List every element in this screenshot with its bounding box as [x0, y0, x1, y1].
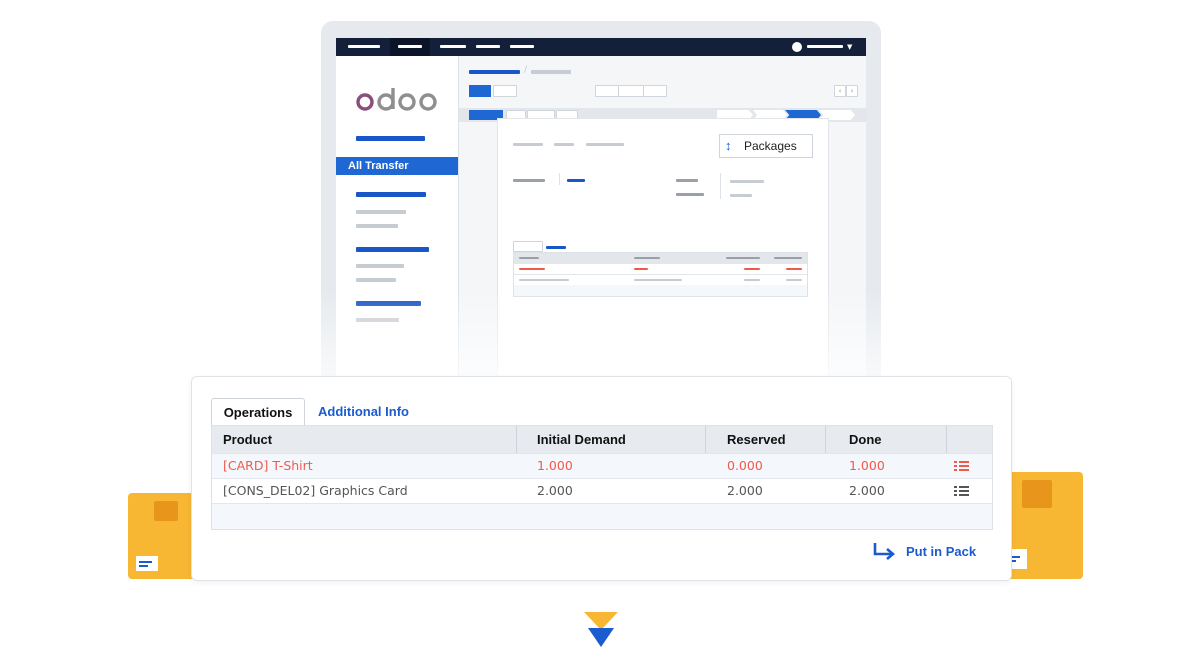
mini-tab-operations[interactable]	[513, 241, 543, 252]
mini-table-header	[514, 253, 807, 264]
sidebar-subitem[interactable]	[356, 278, 396, 282]
field-value	[730, 180, 764, 183]
mini-header-cell	[726, 257, 760, 259]
column-divider	[516, 426, 517, 453]
sidebar-item-all-transfer[interactable]: All Transfer	[336, 157, 458, 175]
packages-label: Packages	[744, 139, 797, 153]
sidebar-subitem[interactable]	[356, 210, 406, 214]
list-icon[interactable]	[954, 461, 969, 472]
column-divider	[946, 426, 947, 453]
top-navbar: ▼	[336, 38, 866, 56]
product-cell: [CARD] T-Shirt	[223, 458, 313, 473]
up-down-arrow-icon: ↕	[725, 138, 732, 153]
nav-item[interactable]	[510, 45, 534, 48]
column-reserved[interactable]: Reserved	[727, 426, 786, 453]
column-done[interactable]: Done	[849, 426, 882, 453]
mini-cell	[634, 268, 648, 270]
product-cell: [CONS_DEL02] Graphics Card	[223, 483, 408, 498]
done-cell: 2.000	[849, 483, 885, 498]
column-product[interactable]: Product	[223, 426, 272, 453]
chevron-down-icon[interactable]: ▼	[847, 42, 852, 52]
user-avatar-icon[interactable]	[792, 42, 802, 52]
edit-button[interactable]	[469, 85, 491, 97]
odoo-logo	[356, 84, 440, 121]
mini-cell	[744, 279, 760, 281]
mini-header-cell	[519, 257, 539, 259]
tab-additional-info[interactable]: Additional Info	[318, 398, 409, 425]
pager-next-icon[interactable]: ›	[846, 85, 858, 97]
sidebar-subitem[interactable]	[356, 264, 404, 268]
mini-cell	[786, 268, 802, 270]
sidebar-subitem[interactable]	[356, 224, 398, 228]
mini-cell	[519, 268, 545, 270]
action-button[interactable]	[618, 85, 644, 97]
chevron-down-icon	[584, 612, 618, 647]
action-button[interactable]	[643, 85, 667, 97]
operations-zoom-card: Operations Additional Info Product Initi…	[191, 376, 1012, 581]
nav-item-label	[398, 45, 422, 48]
form-breadcrumb	[513, 143, 543, 146]
field-label	[513, 179, 545, 182]
sidebar-item[interactable]	[356, 247, 429, 252]
put-in-pack-label: Put in Pack	[906, 544, 977, 559]
tab-operations[interactable]: Operations	[211, 398, 305, 425]
mini-cell	[519, 279, 569, 281]
column-initial-demand[interactable]: Initial Demand	[537, 426, 626, 453]
package-box-left	[128, 493, 198, 579]
form-breadcrumb	[554, 143, 574, 146]
table-row[interactable]: [CONS_DEL02] Graphics Card 2.000 2.000 2…	[212, 478, 992, 503]
table-row[interactable]: [CARD] T-Shirt 1.000 0.000 1.000	[212, 453, 992, 478]
empty-row	[212, 503, 992, 529]
field-label	[676, 179, 698, 182]
column-divider	[705, 426, 706, 453]
mini-header-cell	[634, 257, 660, 259]
mini-cell	[634, 279, 682, 281]
user-name[interactable]	[807, 45, 843, 48]
initial-demand-cell: 1.000	[537, 458, 573, 473]
initial-demand-cell: 2.000	[537, 483, 573, 498]
box-tape	[1022, 480, 1052, 508]
mini-row[interactable]	[514, 264, 807, 274]
mini-cell	[786, 279, 802, 281]
reserved-cell: 2.000	[727, 483, 763, 498]
list-icon[interactable]	[954, 486, 969, 497]
return-arrow-icon	[873, 543, 896, 560]
sidebar-item[interactable]	[356, 136, 425, 141]
mini-tab-additional-info[interactable]	[546, 246, 566, 249]
mini-header-cell	[774, 257, 802, 259]
box-label-icon	[136, 556, 158, 571]
mini-cell	[744, 268, 760, 270]
done-cell: 1.000	[849, 458, 885, 473]
breadcrumb-separator: /	[524, 65, 528, 75]
divider	[720, 173, 721, 199]
odoo-logo-mark	[356, 88, 437, 111]
packages-smart-button[interactable]: ↕ Packages	[719, 134, 813, 158]
field-value[interactable]	[567, 179, 585, 182]
box-tape	[154, 501, 178, 521]
breadcrumb-current	[531, 70, 571, 74]
reserved-cell: 0.000	[727, 458, 763, 473]
create-button[interactable]	[493, 85, 517, 97]
nav-item[interactable]	[476, 45, 500, 48]
package-box-right	[1004, 472, 1083, 579]
pager-prev-icon[interactable]: ‹	[834, 85, 846, 97]
operations-table: Product Initial Demand Reserved Done [CA…	[211, 425, 993, 530]
form-breadcrumb	[586, 143, 624, 146]
breadcrumb-link[interactable]	[469, 70, 520, 74]
sidebar-item[interactable]	[356, 192, 426, 197]
nav-item[interactable]	[348, 45, 380, 48]
action-button[interactable]	[595, 85, 619, 97]
divider	[559, 173, 560, 185]
field-label	[676, 193, 704, 196]
column-divider	[825, 426, 826, 453]
field-value	[730, 194, 752, 197]
nav-item[interactable]	[440, 45, 466, 48]
